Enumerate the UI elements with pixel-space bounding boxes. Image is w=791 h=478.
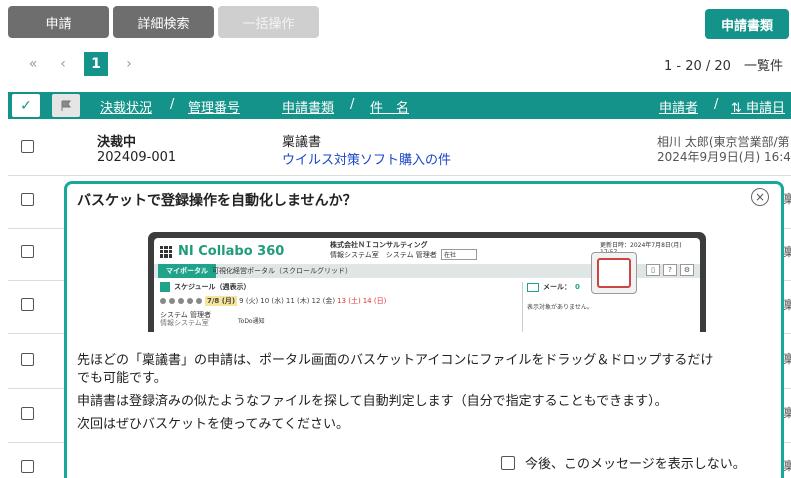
row-form-fragment: 稟 [783, 352, 791, 366]
preview-mail-panel: メール： 0 表示対象がありません。 [522, 282, 700, 332]
calendar-icon [160, 282, 170, 292]
preview-todo: ToDo通知 [238, 318, 265, 325]
preview-company: 株式会社ＮＩコンサルティング [330, 241, 428, 249]
row-checkbox[interactable] [21, 353, 34, 366]
preview-brand: NI Collabo 360 [178, 244, 285, 259]
preview-mail-title: メール： 0 [527, 282, 580, 292]
preview-mail-empty: 表示対象がありません。 [527, 304, 593, 311]
header-separator: / [714, 97, 719, 112]
row-form-fragment: 稟 [783, 298, 791, 312]
table-header: ✓ 決裁状況 / 管理番号 申請書類 / 件 名 申請者 / ⇅ 申請日 [8, 92, 791, 119]
dialog-text-line: 次回はぜひバスケットを使ってみてください。 [77, 417, 349, 432]
mail-icon [527, 282, 539, 292]
header-separator: / [350, 97, 355, 112]
current-page[interactable]: 1 [84, 52, 108, 76]
row-form-fragment: 稟 [783, 192, 791, 206]
apply-button[interactable]: 申請 [8, 6, 109, 38]
dialog-title: バスケットで登録操作を自動化しませんか？ [77, 193, 357, 209]
row-status: 決裁中 [97, 135, 137, 150]
preview-day: 9 (火) [239, 297, 259, 305]
preview-day: 14 (日) [362, 297, 387, 305]
preview-tab-visual: 可視化経営ポータル（スクロールグリッド） [212, 267, 352, 275]
first-page-icon[interactable]: « [18, 56, 48, 72]
preview-logo: NI Collabo 360 [160, 244, 284, 259]
row-form-fragment: 稟 [783, 406, 791, 420]
dialog-text-line: 先ほどの「稟議書」の申請は、ポータル画面のバスケットアイコンにファイルをドラッグ… [77, 353, 714, 368]
row-checkbox[interactable] [21, 298, 34, 311]
row-checkbox[interactable] [21, 245, 34, 258]
preview-tab-portal: マイポータル [158, 264, 216, 278]
dont-show-checkbox[interactable] [501, 455, 515, 470]
row-form-fragment: 稟 [783, 245, 791, 259]
flag-icon[interactable] [52, 94, 80, 117]
sort-date[interactable]: ⇅ 申請日 [731, 97, 785, 116]
preview-day: 11 (木) [285, 297, 310, 305]
close-icon[interactable]: × [751, 188, 769, 206]
help-icon: ? [663, 264, 677, 276]
toolbar: 申請 詳細検索 一括操作 [8, 6, 319, 38]
sort-form[interactable]: 申請書類 [282, 97, 334, 116]
preview-day: 13 (土) [337, 297, 361, 305]
preview-schedule-title: スケジュール（週表示） [160, 282, 251, 292]
prev-page-icon[interactable]: ‹ [48, 56, 78, 72]
dialog-text-line: でも可能です。 [77, 371, 167, 386]
select-all-checkbox[interactable]: ✓ [12, 94, 40, 117]
next-page-icon[interactable]: › [114, 56, 144, 72]
result-count: 1 - 20 / 20 一覧件 [664, 59, 783, 74]
row-divider [8, 175, 791, 176]
app-grid-icon [160, 245, 172, 258]
sort-subject[interactable]: 件 名 [370, 97, 409, 116]
book-icon: ▯ [646, 264, 660, 276]
row-number: 202409-001 [97, 150, 177, 165]
sort-number[interactable]: 管理番号 [188, 97, 240, 116]
preview-week-row: 7/8 (月) 9 (火) 10 (水) 11 (木) 12 (金) 13 (土… [160, 296, 386, 306]
row-form-fragment: 稟 [783, 459, 791, 473]
preview-dept: 情報システム室 システム 管理者 [330, 251, 437, 259]
sort-status[interactable]: 決裁状況 [100, 97, 152, 116]
row-date: 2024年9月9日(月) 16:4 [657, 150, 791, 164]
dont-show-option[interactable]: 今後、このメッセージを表示しない。 [501, 453, 746, 472]
detail-search-button[interactable]: 詳細検索 [113, 6, 214, 38]
pager: « ‹ 1 › [18, 52, 144, 76]
portal-preview-image: NI Collabo 360 株式会社ＮＩコンサルティング 情報システム室 シス… [148, 232, 706, 332]
row-subject-link[interactable]: ウイルス対策ソフト購入の件 [282, 149, 451, 168]
dont-show-label[interactable]: 今後、このメッセージを表示しない。 [525, 453, 746, 472]
preview-status-select: 在社 [441, 249, 478, 260]
settings-icon: ⚙ [680, 264, 694, 276]
preview-day: 12 (金) [311, 297, 336, 305]
row-checkbox[interactable] [21, 460, 34, 473]
basket-suggestion-dialog: バスケットで登録操作を自動化しませんか？ × NI Collabo 360 株式… [64, 181, 784, 478]
bulk-action-button[interactable]: 一括操作 [218, 6, 319, 38]
row-checkbox[interactable] [21, 193, 34, 206]
application-forms-button[interactable]: 申請書類 [705, 9, 789, 39]
dialog-text-line: 申請書は登録済みの似たようなファイルを探して自動判定します（自分で指定することも… [77, 394, 668, 409]
row-checkbox[interactable] [21, 407, 34, 420]
preview-screen: NI Collabo 360 株式会社ＮＩコンサルティング 情報システム室 シス… [154, 238, 700, 332]
preview-day: 10 (水) [260, 297, 284, 305]
preview-day: 7/8 (月) [205, 296, 238, 306]
header-separator: / [170, 97, 175, 112]
row-checkbox[interactable] [21, 140, 34, 153]
sort-applicant[interactable]: 申請者 [659, 97, 698, 116]
preview-user-dept: 情報システム室 [160, 319, 209, 327]
preview-toolbar-icons: ▯ ? ⚙ [646, 264, 694, 276]
row-form: 稟議書 [282, 135, 322, 150]
